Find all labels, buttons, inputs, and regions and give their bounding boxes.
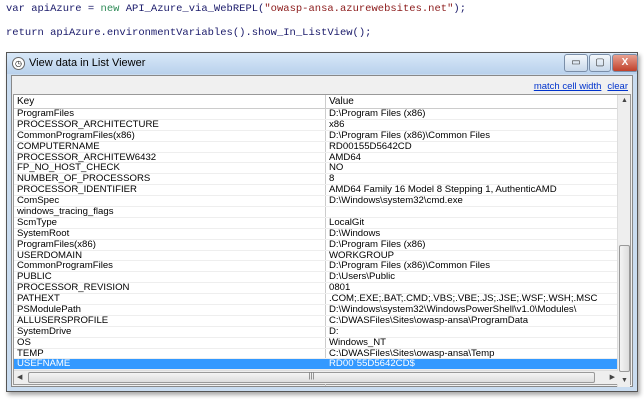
cell-key: CommonProgramFiles(x86) <box>17 129 135 141</box>
scroll-down-icon[interactable]: ▼ <box>621 377 628 384</box>
list-header: Key Value <box>14 95 623 109</box>
code-string: "owasp-ansa.azurewebsites.net" <box>264 3 454 15</box>
clear-link[interactable]: clear <box>607 81 628 92</box>
table-row[interactable]: SystemRoot D:\Windows <box>14 227 623 240</box>
horizontal-scroll-thumb[interactable]: ||| <box>28 372 595 383</box>
cell-value: D:\Program Files (x86)\Common Files <box>329 129 490 141</box>
table-row[interactable]: ScmType LocalGit <box>14 216 623 229</box>
list-viewer-window: ◷ View data in List Viewer ▭ ▢ X match c… <box>6 52 638 392</box>
cell-key: PROCESSOR_IDENTIFIER <box>17 184 137 196</box>
cell-key: PROCESSOR_ARCHITEW6432 <box>17 151 157 163</box>
cell-key: ProgramFiles <box>17 108 75 119</box>
table-row[interactable]: CommonProgramFiles(x86) D:\Program Files … <box>14 129 623 142</box>
list-view[interactable]: Key Value ProgramFiles D:\Program Files (… <box>13 94 631 387</box>
table-row[interactable]: ProgramFiles(x86) D:\Program Files (x86) <box>14 238 623 251</box>
cell-key: NUMBER_OF_PROCESSORS <box>17 173 151 185</box>
cell-value: D:\Users\Public <box>329 271 396 283</box>
cell-value: C:\DWASFiles\Sites\owasp-ansa\ProgramDat… <box>329 314 529 326</box>
list-rows: ProgramFiles D:\Program Files (x86) PROCES… <box>14 108 623 371</box>
cell-key: TEMP <box>17 347 44 359</box>
toolbar: match cell width clear <box>528 81 628 92</box>
scroll-right-icon[interactable]: ▶ <box>610 373 615 381</box>
cell-value: D:\Program Files (x86)\Common Files <box>329 260 490 272</box>
cell-value: D:\Program Files (x86) <box>329 238 426 250</box>
cell-key: windows_tracing_flags <box>17 206 114 218</box>
cell-key: ComSpec <box>17 195 60 207</box>
match-cell-width-link[interactable]: match cell width <box>534 81 602 92</box>
cell-key: SystemDrive <box>17 325 72 337</box>
cell-key: OS <box>17 336 31 348</box>
cell-key: PUBLIC <box>17 271 52 283</box>
cell-value: 8 <box>329 173 335 185</box>
table-row[interactable]: ALLUSERSPROFILE C:\DWASFiles\Sites\owasp-… <box>14 314 623 327</box>
cell-key: CommonProgramFiles <box>17 260 113 272</box>
code-keyword: new <box>100 3 120 15</box>
code-text: var apiAzure = <box>6 3 101 15</box>
cell-value: RD00155D5642CD <box>329 140 412 152</box>
cell-value: NO <box>329 162 344 174</box>
cell-key: COMPUTERNAME <box>17 140 100 152</box>
cell-value: WORKGROUP <box>329 249 395 261</box>
code-line-2: return apiAzure.environmentVariables().s… <box>6 27 372 39</box>
cell-key: USERDOMAIN <box>17 249 83 261</box>
cell-value: C:\DWASFiles\Sites\owasp-ansa\Temp <box>329 347 495 359</box>
code-text: API_Azure_via_WebREPL( <box>119 3 265 15</box>
cell-value: Windows_NT <box>329 336 387 348</box>
cell-value: .COM;.EXE;.BAT;.CMD;.VBS;.VBE;.JS;.JSE;.… <box>329 293 598 305</box>
scroll-left-icon[interactable]: ◀ <box>17 373 22 381</box>
table-row[interactable]: PROCESSOR_IDENTIFIER AMD64 Family 16 Mode… <box>14 184 623 197</box>
window-title: View data in List Viewer <box>29 57 146 69</box>
cell-value: LocalGit <box>329 216 365 228</box>
cell-value: AMD64 <box>329 151 361 163</box>
cell-key: PSModulePath <box>17 304 81 316</box>
table-row[interactable]: COMPUTERNAME RD00155D5642CD <box>14 140 623 153</box>
cell-value: 0801 <box>329 282 351 294</box>
minimize-button[interactable]: ▭ <box>564 54 588 72</box>
cell-key: USEFNAME <box>17 358 71 370</box>
cell-value: x86 <box>329 118 345 130</box>
cell-key: ProgramFiles(x86) <box>17 238 96 250</box>
code-line-1: var apiAzure = new API_Azure_via_WebREPL… <box>6 3 466 15</box>
column-header-value[interactable]: Value <box>329 96 354 107</box>
title-bar[interactable]: ◷ View data in List Viewer ▭ ▢ X <box>7 53 638 74</box>
cell-key: ALLUSERSPROFILE <box>17 314 109 326</box>
column-header-key[interactable]: Key <box>17 96 34 107</box>
table-row[interactable]: USEFNAME RD00`55D5642CD$ <box>14 358 623 371</box>
cell-key: PROCESSOR_REVISION <box>17 282 130 294</box>
cell-key: ScmType <box>17 216 57 228</box>
clock-icon: ◷ <box>12 57 25 70</box>
vertical-scrollbar[interactable]: ▲ ▼ <box>617 95 630 387</box>
cell-value: D: <box>329 325 339 337</box>
code-text: ); <box>453 3 466 15</box>
cell-key: SystemRoot <box>17 227 70 239</box>
table-row[interactable]: CommonProgramFiles D:\Program Files (x86)… <box>14 260 623 273</box>
window-content: match cell width clear Key Value ProgramF… <box>11 75 633 387</box>
close-button[interactable]: X <box>612 54 638 72</box>
cell-key: FP_NO_HOST_CHECK <box>17 162 120 174</box>
horizontal-scrollbar[interactable]: ◀ ||| ▶ <box>14 370 618 384</box>
cell-value: RD00`55D5642CD$ <box>329 358 415 370</box>
maximize-button[interactable]: ▢ <box>589 54 611 72</box>
vertical-scroll-thumb[interactable] <box>619 245 630 372</box>
cell-value: D:\Program Files (x86) <box>329 108 426 119</box>
cell-value: D:\Windows\system32\cmd.exe <box>329 195 463 207</box>
table-row[interactable]: SystemDrive D: <box>14 325 623 338</box>
scroll-up-icon[interactable]: ▲ <box>621 97 628 104</box>
cell-value: D:\Windows\system32\WindowsPowerShell\v1… <box>329 304 577 316</box>
cell-value: D:\Windows <box>329 227 381 239</box>
table-row[interactable]: windows_tracing_flags <box>14 207 623 218</box>
cell-value: AMD64 Family 16 Model 8 Stepping 1, Auth… <box>329 184 557 196</box>
cell-key: PROCESSOR_ARCHITECTURE <box>17 118 159 130</box>
table-row[interactable]: TEMP C:\DWASFiles\Sites\owasp-ansa\Temp <box>14 347 623 360</box>
cell-key: PATHEXT <box>17 293 60 305</box>
table-row[interactable]: OS Windows_NT <box>14 336 623 349</box>
